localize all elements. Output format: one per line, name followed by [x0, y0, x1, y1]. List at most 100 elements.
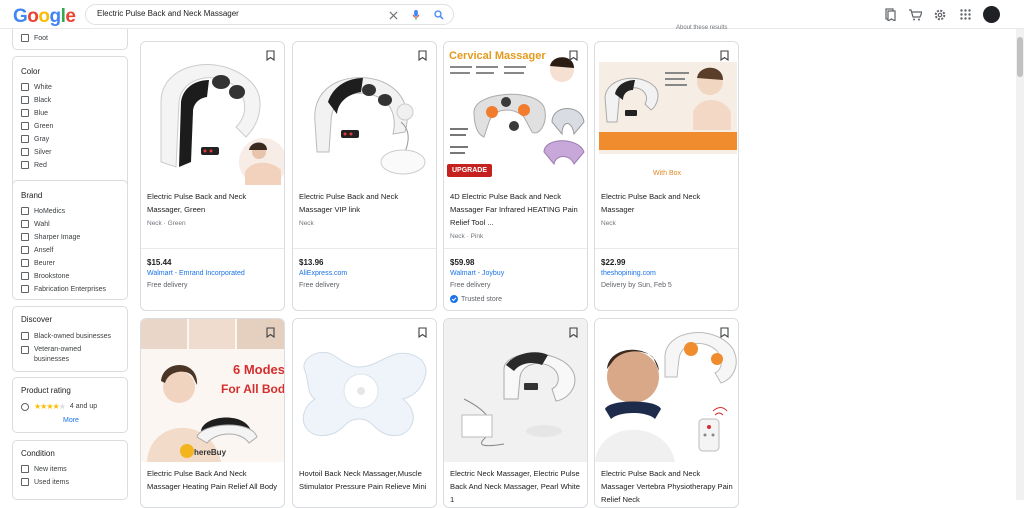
store-link[interactable]: Walmart - Joybuy [450, 270, 504, 277]
product-image[interactable] [293, 319, 436, 462]
product-card[interactable]: Electric Pulse Back and Neck Massager VI… [292, 41, 437, 311]
filter-option-white[interactable]: White [21, 83, 52, 91]
avatar[interactable] [983, 6, 1000, 23]
filter-option-silver[interactable]: Silver [21, 148, 52, 156]
filter-option-red[interactable]: Red [21, 161, 47, 169]
product-title[interactable]: Electric Neck Massager, Electric Pulse B… [450, 467, 583, 506]
settings-icon[interactable] [933, 7, 947, 23]
product-image[interactable] [444, 319, 587, 462]
filter-option-brand[interactable]: Beurer [21, 259, 55, 267]
cart-icon[interactable] [908, 7, 922, 23]
filter-option-rating[interactable]: ★★★★★ 4 and up [21, 402, 97, 411]
filter-group-discover: Discover Black-owned businesses Veteran-… [12, 306, 128, 372]
about-results-link[interactable]: About these results [676, 25, 727, 31]
filter-option-black-owned[interactable]: Black-owned businesses [21, 332, 111, 340]
filter-option-brand[interactable]: Fabrication Enterprises [21, 285, 106, 293]
filter-option-new[interactable]: New items [21, 465, 67, 473]
product-image[interactable]: 6 Modes For All Body hereBuy [141, 319, 284, 462]
filter-option-green[interactable]: Green [21, 122, 53, 130]
checkbox[interactable] [21, 83, 29, 91]
checkbox[interactable] [21, 207, 29, 215]
search-icon[interactable] [432, 8, 446, 22]
filter-option-brand[interactable]: Sharper Image [21, 233, 80, 241]
filter-option-brand[interactable]: HoMedics [21, 207, 65, 215]
filter-option-used[interactable]: Used items [21, 478, 69, 486]
bookmark-icon[interactable] [718, 48, 730, 62]
product-title[interactable]: Hovtoil Back Neck Massager,Muscle Stimul… [299, 467, 432, 506]
product-price: $15.44 [147, 258, 172, 267]
search-input[interactable]: Electric Pulse Back and Neck Massager [97, 9, 239, 18]
product-image[interactable] [293, 42, 436, 185]
radio-button[interactable] [21, 402, 29, 411]
checkbox[interactable] [21, 233, 29, 241]
product-card[interactable]: With Box Electric Pulse Back and Neck Ma… [594, 41, 739, 311]
store-link[interactable]: theshopining.com [601, 270, 656, 277]
bookmark-icon[interactable] [567, 325, 579, 339]
bookmark-icon[interactable] [416, 325, 428, 339]
product-card[interactable]: Electric Pulse Back and Neck Massager Ve… [594, 318, 739, 508]
filter-option-foot[interactable]: Foot [21, 34, 48, 42]
product-card[interactable]: Electric Pulse Back and Neck Massager, G… [140, 41, 285, 311]
bookmark-icon[interactable] [264, 325, 276, 339]
filter-title-color: Color [21, 67, 41, 76]
product-title[interactable]: 4D Electric Pulse Back and Neck Massager… [450, 190, 583, 229]
scrollbar[interactable] [1016, 29, 1024, 500]
filter-option-brand[interactable]: Brookstone [21, 272, 69, 280]
more-ratings-link[interactable]: More [63, 417, 79, 424]
checkbox[interactable] [21, 346, 29, 354]
store-link[interactable]: AliExpress.com [299, 270, 347, 277]
checkbox[interactable] [21, 259, 29, 267]
filter-option-black[interactable]: Black [21, 96, 51, 104]
checkbox[interactable] [21, 148, 29, 156]
product-image[interactable] [141, 42, 284, 185]
checkbox[interactable] [21, 332, 29, 340]
mic-icon[interactable] [409, 8, 423, 22]
filter-option-brand[interactable]: Anself [21, 246, 53, 254]
checkbox[interactable] [21, 285, 29, 293]
close-icon[interactable] [386, 8, 400, 22]
product-title[interactable]: Electric Pulse Back And Neck Massager He… [147, 467, 280, 506]
product-title[interactable]: Electric Pulse Back and Neck Massager [601, 190, 734, 216]
google-logo[interactable]: Google [13, 6, 76, 28]
search-box[interactable]: Electric Pulse Back and Neck Massager [85, 4, 454, 25]
checkbox[interactable] [21, 34, 29, 42]
checkbox[interactable] [21, 465, 29, 473]
product-image[interactable] [595, 319, 738, 462]
product-card[interactable]: Hovtoil Back Neck Massager,Muscle Stimul… [292, 318, 437, 508]
checkbox[interactable] [21, 220, 29, 228]
checkbox[interactable] [21, 478, 29, 486]
product-title[interactable]: Electric Pulse Back and Neck Massager VI… [299, 190, 432, 216]
product-card[interactable]: Cervical Massager UPGRADE 4D Electric Pu… [443, 41, 588, 311]
bookmarks-icon[interactable] [883, 7, 897, 23]
product-attributes: Neck · Pink [450, 233, 484, 240]
checkbox[interactable] [21, 272, 29, 280]
product-title[interactable]: Electric Pulse Back and Neck Massager, G… [147, 190, 280, 216]
filter-option-veteran-owned[interactable]: Veteran-owned businesses [21, 345, 111, 365]
checkbox[interactable] [21, 246, 29, 254]
scrollbar-thumb[interactable] [1017, 37, 1023, 77]
product-title[interactable]: Electric Pulse Back and Neck Massager Ve… [601, 467, 734, 506]
product-price: $59.98 [450, 258, 475, 267]
bookmark-icon[interactable] [416, 48, 428, 62]
bookmark-icon[interactable] [718, 325, 730, 339]
store-link[interactable]: Walmart - Emrand Incorporated [147, 270, 245, 277]
apps-grid-icon[interactable] [958, 7, 972, 23]
filter-title-discover: Discover [21, 315, 53, 324]
product-card[interactable]: 6 Modes For All Body hereBuy Electric Pu… [140, 318, 285, 508]
filter-option-brand[interactable]: Wahl [21, 220, 50, 228]
product-image[interactable]: With Box [595, 42, 738, 185]
checkbox[interactable] [21, 96, 29, 104]
checkbox[interactable] [21, 135, 29, 143]
filter-option-gray[interactable]: Gray [21, 135, 49, 143]
divider [141, 248, 284, 249]
bookmark-icon[interactable] [567, 48, 579, 62]
checkbox[interactable] [21, 122, 29, 130]
checkbox[interactable] [21, 109, 29, 117]
checkbox[interactable] [21, 161, 29, 169]
product-attributes: Neck [299, 220, 314, 227]
filter-option-blue[interactable]: Blue [21, 109, 48, 117]
verified-icon [450, 295, 458, 303]
product-card[interactable]: Electric Neck Massager, Electric Pulse B… [443, 318, 588, 508]
trusted-store: Trusted store [450, 295, 502, 303]
bookmark-icon[interactable] [264, 48, 276, 62]
